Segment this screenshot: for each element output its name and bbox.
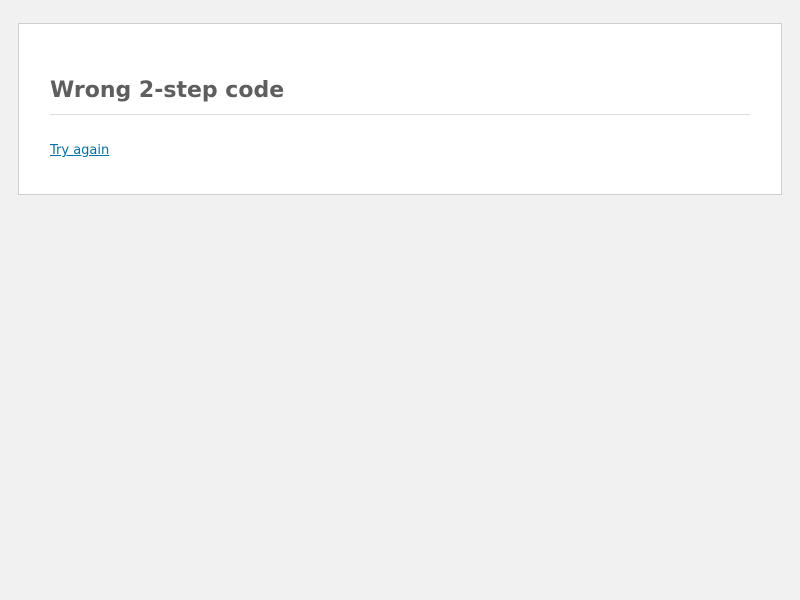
- try-again-link[interactable]: Try again: [50, 143, 109, 159]
- title-divider: [50, 114, 750, 115]
- error-panel: Wrong 2-step code Try again: [18, 23, 782, 195]
- page-title: Wrong 2-step code: [50, 78, 285, 103]
